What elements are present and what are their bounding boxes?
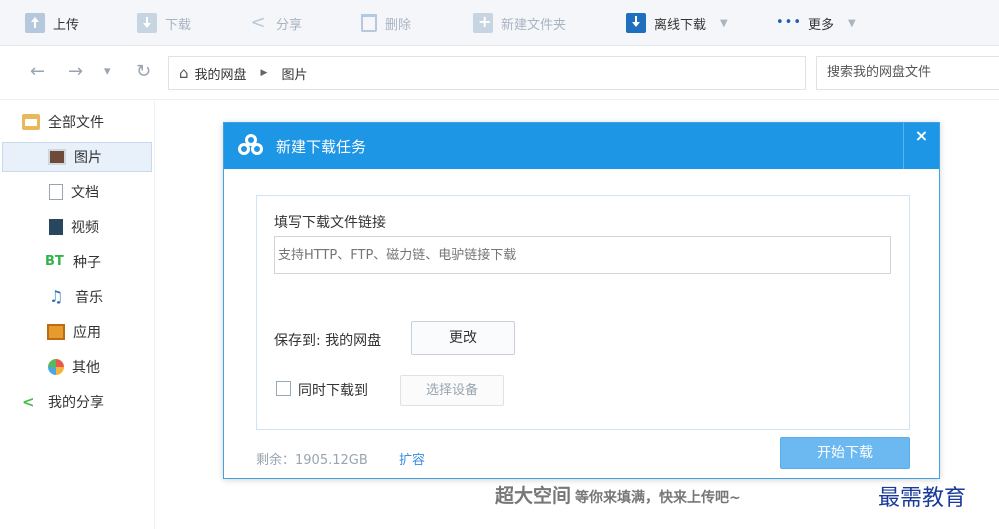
picture-icon (48, 149, 66, 165)
share-label: 分享 (276, 17, 303, 33)
slogan-small: 等你来填满，快来上传吧~ (575, 490, 741, 506)
more-label: 更多 (808, 17, 835, 33)
share-button[interactable]: < 分享 (248, 0, 302, 46)
other-icon (48, 359, 64, 375)
sidebar: 全部文件 图片 文档 视频 BT 种子 ♫ 音乐 应用 其他 < 我的分享 (0, 101, 155, 529)
slogan-big: 超大空间 (495, 485, 572, 507)
new-folder-icon (473, 12, 493, 33)
history-dropdown-icon[interactable]: ▾ (104, 61, 111, 83)
address-bar: ← → ▾ ↻ ⌂ 我的网盘 ▶ 图片 搜索我的网盘文件 (0, 46, 999, 100)
breadcrumb: ⌂ 我的网盘 ▶ 图片 (168, 56, 806, 90)
offline-download-icon (626, 13, 646, 33)
upload-label: 上传 (53, 17, 80, 33)
chevron-down-icon: ▼ (848, 17, 856, 29)
more-icon: ••• (776, 15, 803, 30)
change-location-button[interactable]: 更改 (411, 321, 515, 355)
sync-download-checkbox[interactable] (276, 381, 291, 396)
download-icon (137, 13, 157, 33)
music-icon: ♫ (49, 287, 64, 306)
dialog-header: 新建下载任务 × (224, 123, 939, 169)
breadcrumb-separator-icon: ▶ (260, 68, 268, 78)
remaining-space: 剩余：1905.12GB (256, 453, 368, 468)
sidebar-item-documents[interactable]: 文档 (0, 177, 152, 207)
dialog-title: 新建下载任务 (276, 137, 367, 156)
sidebar-item-label: 音乐 (75, 290, 103, 306)
chevron-down-icon: ▼ (720, 17, 728, 29)
breadcrumb-item-current[interactable]: 图片 (281, 64, 307, 83)
sidebar-item-label: 全部文件 (48, 115, 104, 131)
offline-download-label: 离线下载 (654, 17, 707, 33)
sidebar-item-label: 文档 (71, 185, 99, 201)
sidebar-item-label: 种子 (73, 255, 101, 271)
home-icon[interactable]: ⌂ (179, 64, 189, 82)
video-icon (49, 219, 63, 235)
share-icon: < (22, 393, 35, 411)
sync-download-label[interactable]: 同时下载到 (298, 380, 368, 400)
new-folder-label: 新建文件夹 (501, 17, 567, 33)
sidebar-item-music[interactable]: ♫ 音乐 (0, 282, 152, 312)
sidebar-item-apps[interactable]: 应用 (0, 317, 152, 347)
back-arrow-icon[interactable]: ← (30, 61, 45, 83)
new-download-dialog: 新建下载任务 × 填写下载文件链接 保存到: 我的网盘 更改 同时下载到 选择设… (223, 122, 940, 479)
toolbar: 上传 下载 < 分享 删除 新建文件夹 离线下载 ▼ ••• 更多 ▼ (0, 0, 999, 46)
upload-button[interactable]: 上传 (25, 0, 79, 46)
download-form: 填写下载文件链接 保存到: 我的网盘 更改 同时下载到 选择设备 (256, 195, 910, 430)
forward-arrow-icon[interactable]: → (68, 61, 83, 83)
sidebar-item-label: 图片 (74, 150, 102, 166)
document-icon (49, 184, 63, 200)
share-icon: < (250, 12, 266, 33)
start-download-button[interactable]: 开始下载 (780, 437, 910, 469)
bt-icon: BT (45, 254, 64, 269)
sidebar-item-label: 其他 (72, 360, 100, 376)
expand-storage-link[interactable]: 扩容 (399, 449, 425, 468)
watermark: 最需教育 (878, 486, 967, 511)
empty-state-slogan: 超大空间 等你来填满，快来上传吧~ (495, 481, 741, 508)
sidebar-item-videos[interactable]: 视频 (0, 212, 152, 242)
download-button[interactable]: 下载 (137, 0, 191, 46)
download-link-input[interactable] (274, 236, 891, 274)
search-input[interactable]: 搜索我的网盘文件 (816, 56, 999, 90)
sidebar-item-other[interactable]: 其他 (0, 352, 152, 382)
download-label: 下载 (165, 17, 192, 33)
offline-download-button[interactable]: 离线下载 ▼ (626, 0, 728, 46)
refresh-icon[interactable]: ↻ (136, 61, 151, 83)
save-location-label: 保存到: 我的网盘 (274, 333, 382, 349)
sidebar-item-label: 我的分享 (48, 395, 104, 411)
delete-label: 删除 (385, 17, 412, 33)
select-device-button[interactable]: 选择设备 (400, 375, 504, 406)
sidebar-item-pictures[interactable]: 图片 (2, 142, 152, 172)
sidebar-item-my-share[interactable]: < 我的分享 (0, 387, 152, 417)
delete-button[interactable]: 删除 (361, 0, 411, 46)
sidebar-item-label: 应用 (73, 325, 101, 341)
more-button[interactable]: ••• 更多 ▼ (776, 0, 856, 46)
baidu-cloud-logo-icon (238, 134, 264, 156)
new-folder-button[interactable]: 新建文件夹 (473, 0, 566, 46)
sidebar-item-all-files[interactable]: 全部文件 (0, 107, 152, 137)
sidebar-item-label: 视频 (71, 220, 99, 236)
close-icon[interactable]: × (903, 123, 939, 169)
link-label: 填写下载文件链接 (274, 215, 386, 231)
upload-icon (25, 13, 45, 33)
trash-icon (361, 14, 377, 32)
folder-all-icon (22, 114, 40, 130)
sidebar-item-torrents[interactable]: BT 种子 (0, 247, 152, 277)
app-icon (47, 324, 65, 340)
breadcrumb-item-root[interactable]: 我的网盘 (195, 64, 247, 83)
